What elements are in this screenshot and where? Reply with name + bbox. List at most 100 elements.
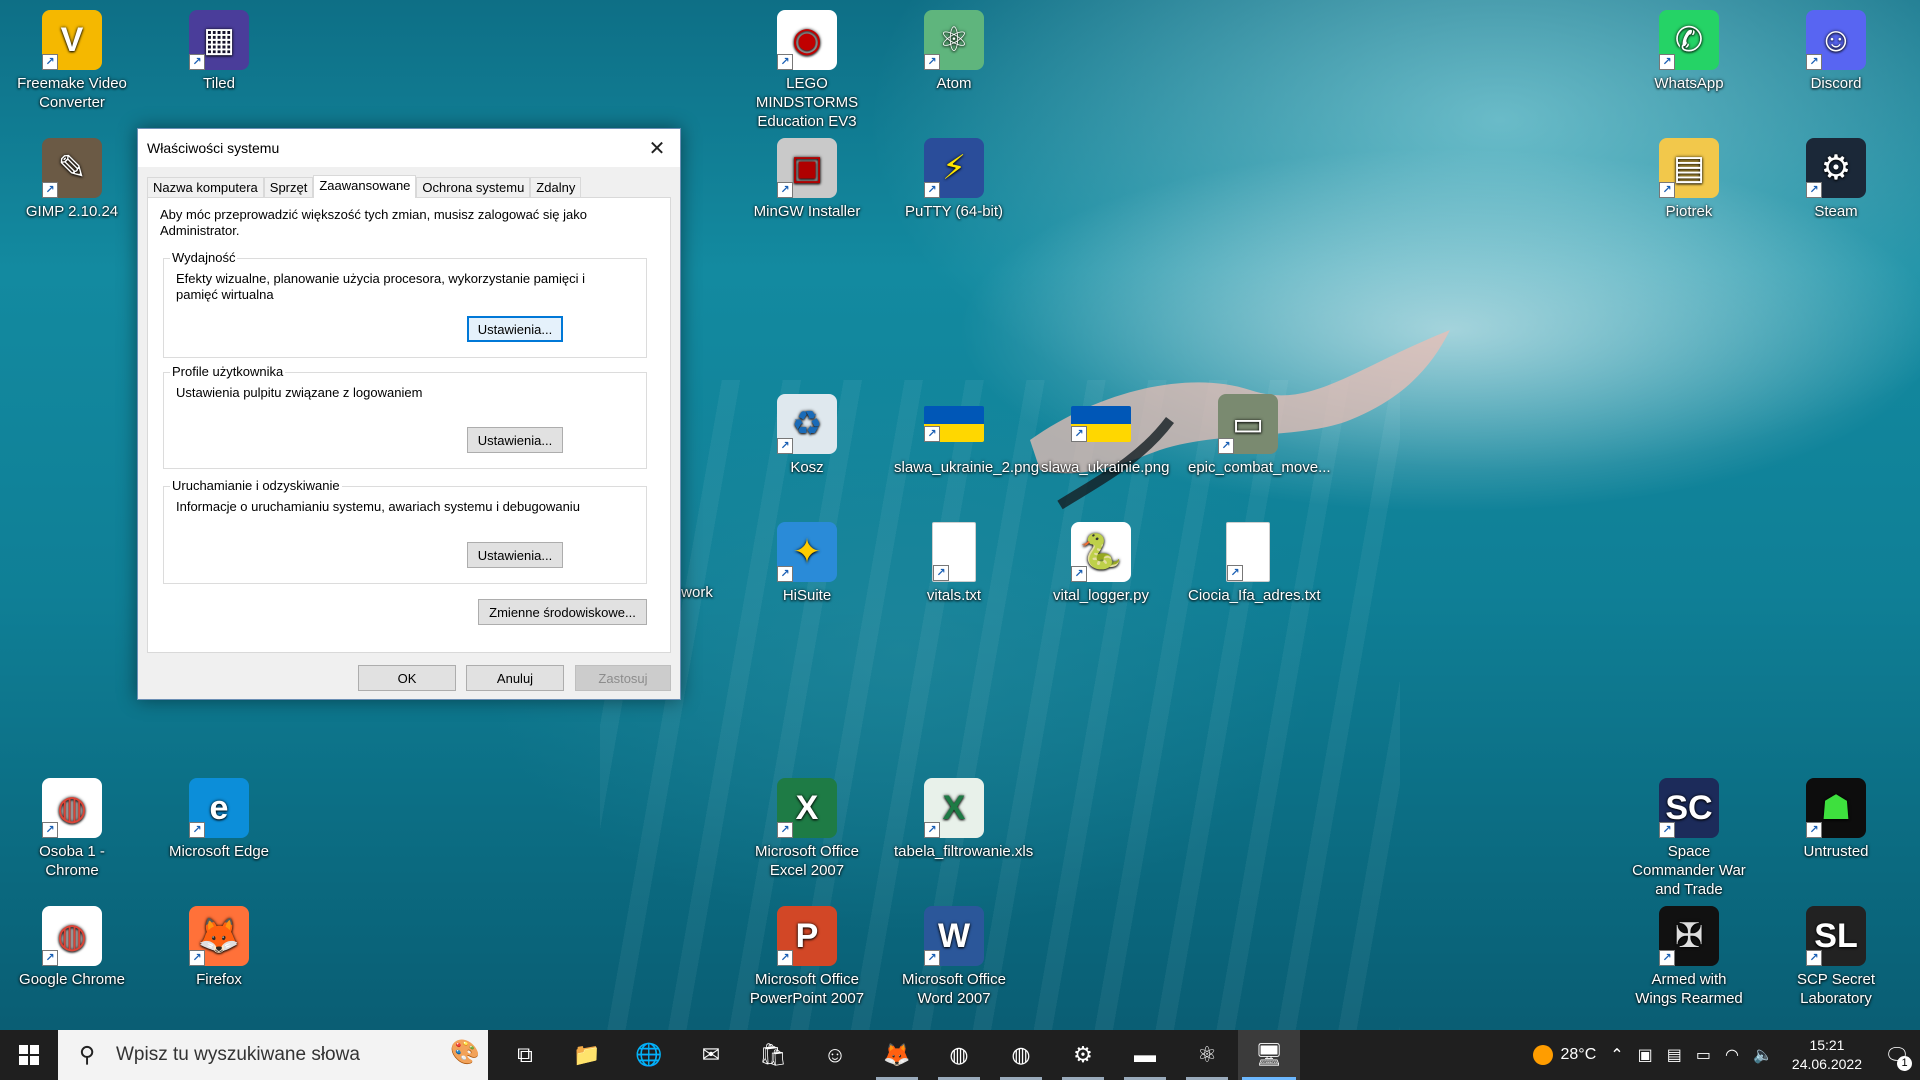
ok-button[interactable]: OK bbox=[358, 665, 456, 691]
desktop-icon[interactable]: 🐍 ↗ vital_logger.py bbox=[1041, 522, 1161, 605]
desktop-icon[interactable]: ↗ slawa_ukrainie_2.png bbox=[894, 394, 1040, 477]
desktop-icon[interactable]: ↗ vitals.txt bbox=[894, 522, 1014, 605]
desktop-icon[interactable]: ✆ ↗ WhatsApp bbox=[1629, 10, 1749, 93]
desktop-icon-label: slawa_ukrainie_2.png bbox=[894, 459, 1040, 476]
environment-variables-button[interactable]: Zmienne środowiskowe... bbox=[478, 599, 647, 625]
edge-icon[interactable]: 🌐 bbox=[618, 1030, 680, 1080]
desktop-icon[interactable]: ☺ ↗ Discord bbox=[1776, 10, 1896, 93]
close-icon[interactable]: ✕ bbox=[634, 129, 680, 167]
weather-widget[interactable]: 28°C bbox=[1526, 1045, 1604, 1065]
firefox-icon[interactable]: 🦊 bbox=[866, 1030, 928, 1080]
firefox-icon: 🦊 ↗ bbox=[189, 906, 249, 966]
partial-icon-label[interactable]: twork bbox=[677, 583, 737, 602]
system-tray: 28°C ⌃ ▣ ▤ ▭ ◠ 🔈 15:21 24.06.2022 🗨 1 bbox=[1526, 1030, 1920, 1080]
clock-date: 24.06.2022 bbox=[1791, 1056, 1862, 1072]
desktop-icon[interactable]: SC ↗ Space Commander War and Trade bbox=[1629, 778, 1749, 899]
desktop-icon-label: tabela_filtrowanie.xls bbox=[894, 843, 1034, 860]
taskbar: ⚲ Wpisz tu wyszukiwane słowa 🎨 ⧉ 📁 🌐 ✉ 🛍 ☺ 🦊 ◍ ◍… bbox=[0, 1030, 1920, 1080]
tab-remote[interactable]: Zdalny bbox=[530, 177, 582, 198]
group-description: Ustawienia pulpitu związane z logowaniem bbox=[176, 385, 423, 400]
volume-icon[interactable]: 🔈 bbox=[1746, 1045, 1780, 1065]
desktop-icon[interactable]: e ↗ Microsoft Edge bbox=[159, 778, 279, 861]
desktop-icon[interactable]: ▦ ↗ Tiled bbox=[159, 10, 279, 93]
desktop-icon-label: twork bbox=[677, 584, 713, 601]
shortcut-arrow-icon: ↗ bbox=[924, 822, 940, 838]
atom-icon[interactable]: ⚛ bbox=[1176, 1030, 1238, 1080]
desktop-icon[interactable]: P ↗ Microsoft Office PowerPoint 2007 bbox=[747, 906, 867, 1008]
task-view-icon[interactable]: ⧉ bbox=[494, 1030, 556, 1080]
shortcut-arrow-icon: ↗ bbox=[42, 54, 58, 70]
desktop-icon-label: Freemake Video Converter bbox=[17, 75, 127, 111]
start-button[interactable] bbox=[0, 1030, 58, 1080]
terminal-icon[interactable]: ▬ bbox=[1114, 1030, 1176, 1080]
dialog-titlebar[interactable]: Właściwości systemu ✕ bbox=[138, 129, 680, 167]
desktop-icon[interactable]: ✠ ↗ Armed with Wings Rearmed bbox=[1629, 906, 1749, 1008]
shortcut-arrow-icon: ↗ bbox=[777, 54, 793, 70]
tab-advanced[interactable]: Zaawansowane bbox=[313, 175, 417, 198]
desktop-icon[interactable]: V ↗ Freemake Video Converter bbox=[12, 10, 132, 112]
clock[interactable]: 15:21 24.06.2022 bbox=[1780, 1036, 1874, 1074]
python-file-icon: 🐍 ↗ bbox=[1071, 522, 1131, 582]
sun-icon bbox=[1532, 1045, 1553, 1065]
desktop-icon[interactable]: ▭ ↗ epic_combat_move... bbox=[1188, 394, 1331, 477]
desktop-icon[interactable]: ♻ ↗ Kosz bbox=[747, 394, 867, 477]
desktop-icon-label: slawa_ukrainie.png bbox=[1041, 459, 1170, 476]
tab-hardware[interactable]: Sprzęt bbox=[263, 177, 314, 198]
desktop-icon[interactable]: ✦ ↗ HiSuite bbox=[747, 522, 867, 605]
meet-now-icon[interactable]: ▣ bbox=[1631, 1045, 1660, 1065]
chevron-up-icon[interactable]: ⌃ bbox=[1603, 1045, 1630, 1065]
atom-icon: ⚛ ↗ bbox=[924, 10, 984, 70]
desktop-icon[interactable]: SL ↗ SCP Secret Laboratory bbox=[1776, 906, 1896, 1008]
desktop-icon[interactable]: ⚡ ↗ PuTTY (64-bit) bbox=[894, 138, 1014, 221]
battery-icon[interactable]: ▭ bbox=[1689, 1045, 1718, 1065]
shortcut-arrow-icon: ↗ bbox=[1806, 950, 1822, 966]
steam-icon[interactable]: ⚙ bbox=[1052, 1030, 1114, 1080]
desktop-icon[interactable]: ⚛ ↗ Atom bbox=[894, 10, 1014, 93]
device-icon[interactable]: ▤ bbox=[1660, 1045, 1689, 1065]
apply-button[interactable]: Zastosuj bbox=[575, 665, 671, 691]
wifi-icon[interactable]: ◠ bbox=[1718, 1045, 1746, 1065]
tab-system-protection[interactable]: Ochrona systemu bbox=[416, 177, 531, 198]
file-explorer-icon[interactable]: 📁 bbox=[556, 1030, 618, 1080]
store-icon[interactable]: 🛍 bbox=[742, 1030, 804, 1080]
search-box[interactable]: ⚲ Wpisz tu wyszukiwane słowa 🎨 bbox=[58, 1030, 488, 1080]
chrome-profile-icon[interactable]: ◍ bbox=[990, 1030, 1052, 1080]
group-description: Informacje o uruchamianiu systemu, awari… bbox=[176, 499, 580, 514]
tab-strip: Nazwa komputera Sprzęt Zaawansowane Ochr… bbox=[147, 175, 582, 198]
desktop-icon[interactable]: 🦊 ↗ Firefox bbox=[159, 906, 279, 989]
shortcut-arrow-icon: ↗ bbox=[924, 54, 940, 70]
desktop-icon[interactable]: W ↗ Microsoft Office Word 2007 bbox=[894, 906, 1014, 1008]
chrome-icon[interactable]: ◍ bbox=[928, 1030, 990, 1080]
shortcut-arrow-icon: ↗ bbox=[924, 182, 940, 198]
desktop-icon[interactable]: ▤ ↗ Piotrek bbox=[1629, 138, 1749, 221]
desktop-icon-label: HiSuite bbox=[782, 587, 832, 604]
cancel-button[interactable]: Anuluj bbox=[466, 665, 564, 691]
desktop-icon[interactable]: ▣ ↗ MinGW Installer bbox=[747, 138, 867, 221]
desktop-icon[interactable]: ◍ ↗ Osoba 1 - Chrome bbox=[12, 778, 132, 880]
excel-file-icon: X ↗ bbox=[924, 778, 984, 838]
system-properties-dialog: Właściwości systemu ✕ Nazwa komputera Sp… bbox=[137, 128, 681, 700]
desktop-icon[interactable]: ↗ Ciocia_Ifa_adres.txt bbox=[1188, 522, 1321, 605]
desktop-icon[interactable]: X ↗ Microsoft Office Excel 2007 bbox=[747, 778, 867, 880]
desktop-icon-label: epic_combat_move... bbox=[1188, 459, 1331, 476]
performance-settings-button[interactable]: Ustawienia... bbox=[467, 316, 563, 342]
desktop-icon-label: Firefox bbox=[196, 971, 242, 988]
shortcut-arrow-icon: ↗ bbox=[1071, 566, 1087, 582]
desktop-icon[interactable]: ◉ ↗ LEGO MINDSTORMS Education EV3 bbox=[747, 10, 867, 131]
desktop-icon[interactable]: X ↗ tabela_filtrowanie.xls bbox=[894, 778, 1034, 861]
startup-settings-button[interactable]: Ustawienia... bbox=[467, 542, 563, 568]
mail-icon[interactable]: ✉ bbox=[680, 1030, 742, 1080]
action-center-icon[interactable]: 🗨 1 bbox=[1874, 1030, 1920, 1080]
profiles-settings-button[interactable]: Ustawienia... bbox=[467, 427, 563, 453]
desktop-icon-label: MinGW Installer bbox=[753, 203, 861, 220]
search-placeholder: Wpisz tu wyszukiwane słowa bbox=[116, 1044, 360, 1065]
tab-computer-name[interactable]: Nazwa komputera bbox=[147, 177, 264, 198]
desktop-icon[interactable]: ✎ ↗ GIMP 2.10.24 bbox=[12, 138, 132, 221]
discord-icon[interactable]: ☺ bbox=[804, 1030, 866, 1080]
desktop-icon-label: Atom bbox=[936, 75, 972, 92]
desktop-icon[interactable]: ↗ slawa_ukrainie.png bbox=[1041, 394, 1170, 477]
desktop-icon[interactable]: ◍ ↗ Google Chrome bbox=[12, 906, 132, 989]
desktop-icon[interactable]: ⚙ ↗ Steam bbox=[1776, 138, 1896, 221]
desktop-icon[interactable]: ☗ ↗ Untrusted bbox=[1776, 778, 1896, 861]
system-properties-icon[interactable]: 🖥 bbox=[1238, 1030, 1300, 1080]
